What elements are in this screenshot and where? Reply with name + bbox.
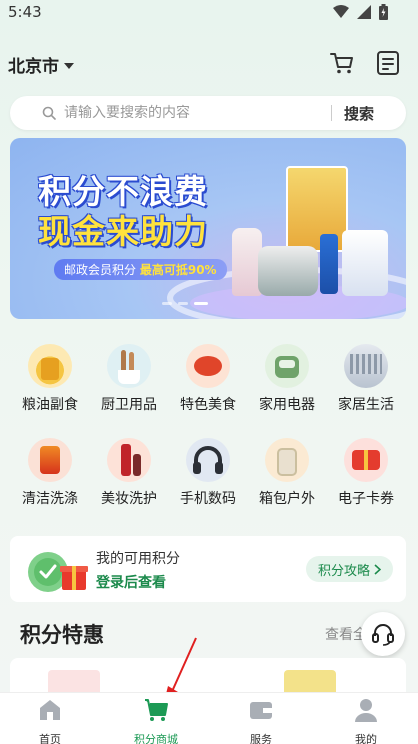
appliance-icon: [265, 344, 309, 388]
category-item[interactable]: 电子卡券: [326, 438, 406, 508]
points-login-link[interactable]: 登录后查看: [96, 572, 166, 592]
city-selector[interactable]: 北京市: [8, 52, 74, 77]
banner-pagination: [162, 302, 208, 305]
pagination-dot[interactable]: [178, 302, 188, 305]
tab-label: 服务: [250, 733, 272, 744]
header: 北京市: [0, 46, 418, 82]
status-time: 5:43: [8, 3, 42, 21]
food-icon: [186, 344, 230, 388]
beauty-icon: [107, 438, 151, 482]
category-label: 美妆洗护: [101, 491, 157, 507]
category-item[interactable]: 箱包户外: [247, 438, 327, 508]
category-label: 家用电器: [259, 397, 315, 413]
pagination-dot[interactable]: [162, 302, 172, 305]
search-divider: [331, 105, 332, 121]
status-bar: 5:43: [0, 0, 418, 26]
status-icons: [333, 4, 388, 20]
category-item[interactable]: 粮油副食: [10, 344, 90, 414]
chevron-down-icon: [64, 62, 74, 69]
customer-service-button[interactable]: [361, 612, 405, 656]
bottom-tab-bar: 首页 积分商城 服务 我的: [0, 692, 418, 744]
order-list-icon[interactable]: [376, 50, 400, 76]
grain-oil-icon: [28, 344, 72, 388]
category-label: 特色美食: [180, 397, 236, 413]
search-bar: 搜索: [10, 96, 406, 130]
gift-card-icon: [344, 438, 388, 482]
category-label: 手机数码: [180, 491, 236, 507]
city-name: 北京市: [8, 57, 59, 77]
points-title: 我的可用积分: [96, 551, 180, 567]
promo-banner[interactable]: 积分不浪费 现金来助力 邮政会员积分 最高可抵90%: [10, 138, 406, 319]
tab-service[interactable]: 服务: [221, 697, 301, 744]
banner-title-line1: 积分不浪费: [38, 172, 208, 211]
points-guide-button[interactable]: 积分攻略: [306, 556, 394, 582]
banner-subtitle-highlight: 最高可抵90%: [139, 263, 217, 277]
rice-cooker-image: [258, 246, 318, 296]
category-label: 电子卡券: [338, 491, 394, 507]
headphones-icon: [186, 438, 230, 482]
wifi-icon: [333, 5, 349, 18]
tab-profile[interactable]: 我的: [326, 697, 406, 744]
section-title: 积分特惠: [20, 623, 104, 647]
toothpaste-box-image: [320, 234, 338, 294]
points-card[interactable]: 我的可用积分 登录后查看 积分攻略: [10, 536, 406, 602]
category-label: 家居生活: [338, 397, 394, 413]
category-label: 厨卫用品: [101, 397, 157, 413]
banner-title-line2: 现金来助力: [38, 212, 208, 251]
battery-icon: [379, 4, 388, 20]
tissue-pack-image: [342, 230, 388, 296]
rice-bag-image: [286, 166, 348, 252]
category-label: 箱包户外: [259, 491, 315, 507]
category-item[interactable]: 厨卫用品: [89, 344, 169, 414]
category-item[interactable]: 特色美食: [168, 344, 248, 414]
search-input[interactable]: [64, 96, 324, 130]
category-item[interactable]: 手机数码: [168, 438, 248, 508]
banner-title: 积分不浪费 现金来助力: [38, 172, 208, 252]
luggage-icon: [265, 438, 309, 482]
category-item[interactable]: 美妆洗护: [89, 438, 169, 508]
points-guide-label: 积分攻略: [318, 563, 371, 579]
category-item[interactable]: 家用电器: [247, 344, 327, 414]
search-icon: [42, 106, 56, 120]
wallet-icon: [250, 702, 272, 719]
headset-icon: [372, 624, 394, 646]
points-gift-icon: [28, 552, 88, 592]
banner-subtitle-prefix: 邮政会员积分: [64, 263, 137, 277]
tab-points-mall[interactable]: 积分商城: [116, 697, 196, 744]
shopping-cart-icon: [145, 699, 168, 721]
category-item[interactable]: 家居生活: [326, 344, 406, 414]
tab-label: 积分商城: [134, 733, 178, 744]
banner-subtitle: 邮政会员积分 最高可抵90%: [54, 259, 227, 280]
tab-home[interactable]: 首页: [10, 697, 90, 744]
tab-label: 我的: [355, 733, 377, 744]
category-label: 清洁洗涤: [22, 491, 78, 507]
home-living-icon: [344, 344, 388, 388]
home-icon: [40, 700, 60, 720]
tab-label: 首页: [39, 733, 61, 744]
chevron-right-icon: [374, 563, 382, 575]
kitchen-icon: [107, 344, 151, 388]
signal-icon: [357, 5, 371, 19]
category-label: 粮油副食: [22, 397, 78, 413]
cleaning-icon: [28, 438, 72, 482]
search-button[interactable]: 搜索: [344, 103, 374, 124]
cart-icon[interactable]: [329, 50, 355, 76]
category-item[interactable]: 清洁洗涤: [10, 438, 90, 508]
profile-icon: [355, 699, 377, 722]
pagination-dot-active[interactable]: [194, 302, 208, 305]
